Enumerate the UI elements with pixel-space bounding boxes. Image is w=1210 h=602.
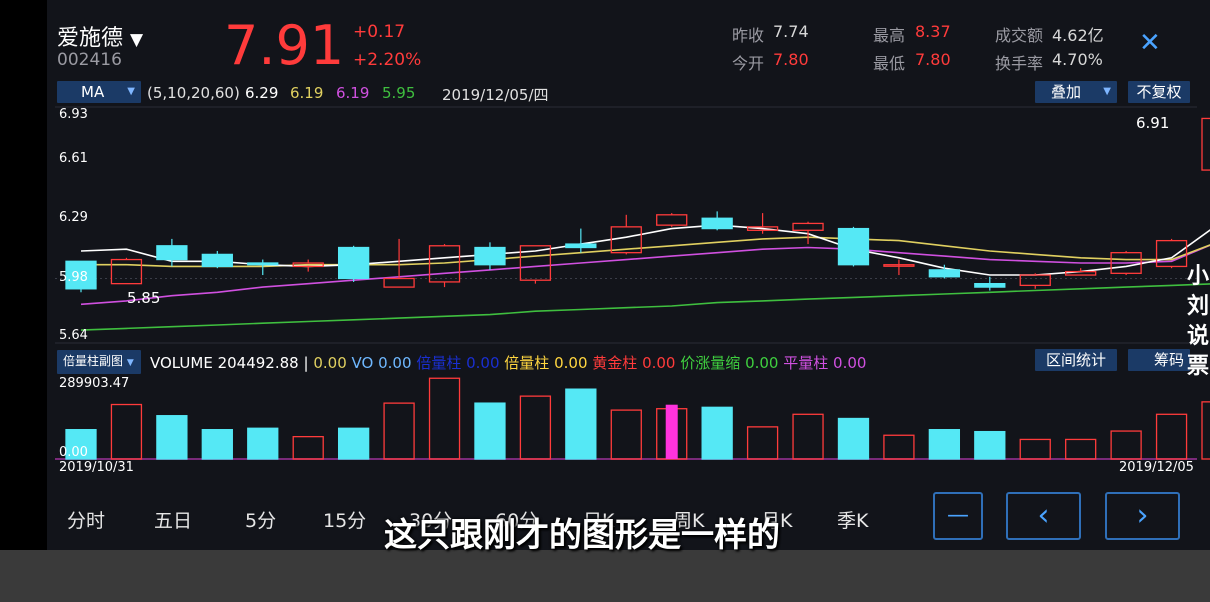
candle-body [837,227,870,266]
date-end: 2019/12/05 [1119,460,1194,475]
candle-body [1019,274,1051,287]
candlestick [928,264,961,279]
candle-body [383,277,415,288]
candle-body [701,217,733,230]
candle-body [792,222,824,231]
video-subtitle: 这只跟刚才的图形是一样的 [384,515,780,554]
candle-body [474,246,506,266]
candle-body [1201,117,1210,171]
volume-axis-zero: 0.00 [59,445,88,460]
price-axis-label: 6.29 [59,210,88,225]
volume-bar [1201,401,1210,460]
candlestick [837,226,870,267]
kline-chart[interactable] [47,0,1210,480]
volume-bar [1065,438,1097,460]
volume-bar [928,429,961,460]
ma60-line [80,283,1210,331]
last-price-tag: 6.91 [1136,114,1170,132]
volume-bar [383,402,415,460]
candle-body [337,246,370,280]
tab-five-day[interactable]: 五日 [154,506,192,533]
candle-body [974,283,1006,288]
volume-bar [519,395,552,460]
volume-bar [837,417,870,460]
price-axis-label-top: 6.93 [59,107,88,122]
candlestick [1201,117,1210,171]
candle-body [928,269,961,278]
candle-body [110,258,143,285]
candlestick [383,238,415,288]
volume-bar [792,413,824,460]
volume-axis-max: 289903.47 [59,376,130,391]
volume-bar [701,406,733,460]
candlestick [656,213,688,227]
watermark-char: 刘 [1186,294,1209,319]
volume-bar [110,403,143,460]
candlestick [247,259,279,276]
ma5-line [80,224,1210,276]
candle-body [565,243,597,249]
watermark-char: 票 [1186,354,1209,379]
tab-timeshare[interactable]: 分时 [67,506,105,533]
price-axis-label: 5.98 [59,270,88,285]
volume-bar [883,434,915,460]
price-axis-label-bottom: 5.64 [59,328,88,343]
volume-bar [201,429,233,460]
tab-quarterly[interactable]: 季K [837,506,868,533]
tab-15min[interactable]: 15分 [323,506,366,533]
tab-5min[interactable]: 5分 [245,506,276,533]
volume-bar [337,427,370,460]
candlestick [201,250,233,269]
candlestick [337,245,370,282]
volume-bar [474,402,506,460]
next-button[interactable]: › [1105,492,1180,540]
volume-bar [565,388,597,460]
candlestick [1065,268,1097,276]
volume-bar [746,426,779,460]
low-price-marker: 5.85 [127,289,161,307]
candlestick [474,242,506,270]
volume-bar [1110,430,1142,460]
candle-body [156,245,188,261]
candlestick [156,238,188,267]
candlestick [110,257,143,285]
candle-body [1065,270,1097,276]
candlestick [1019,273,1051,289]
candlestick [701,211,733,231]
candlestick [565,228,597,253]
stock-app: 爱施德 ▼ 002416 7.91 +0.17 +2.20% 昨收 7.74 今… [47,0,1210,550]
volume-bar [428,377,461,460]
volume-bar [974,430,1006,460]
volume-highlight-bar [665,404,678,459]
volume-bar [1155,413,1188,460]
date-start: 2019/10/31 [59,460,134,475]
ma20-line [80,244,1210,306]
volume-bar [156,415,188,460]
volume-bar [1019,438,1051,460]
price-axis-label: 6.61 [59,151,88,166]
prev-button[interactable]: ‹ [1006,492,1081,540]
watermark-char: 小 [1186,264,1209,289]
volume-bar [610,409,642,460]
candlestick [883,259,915,276]
video-bottom-bar [0,550,1210,602]
candle-body [247,262,279,266]
candle-body [656,214,688,226]
watermark-char: 说 [1186,324,1209,349]
watermark: 小 刘 说 票 [1183,262,1210,382]
zoom-out-button[interactable]: — [933,492,983,540]
volume-bar [292,435,324,460]
candle-body [201,253,233,268]
volume-bar [247,427,279,460]
candlestick [428,244,461,288]
candlestick [746,213,779,234]
